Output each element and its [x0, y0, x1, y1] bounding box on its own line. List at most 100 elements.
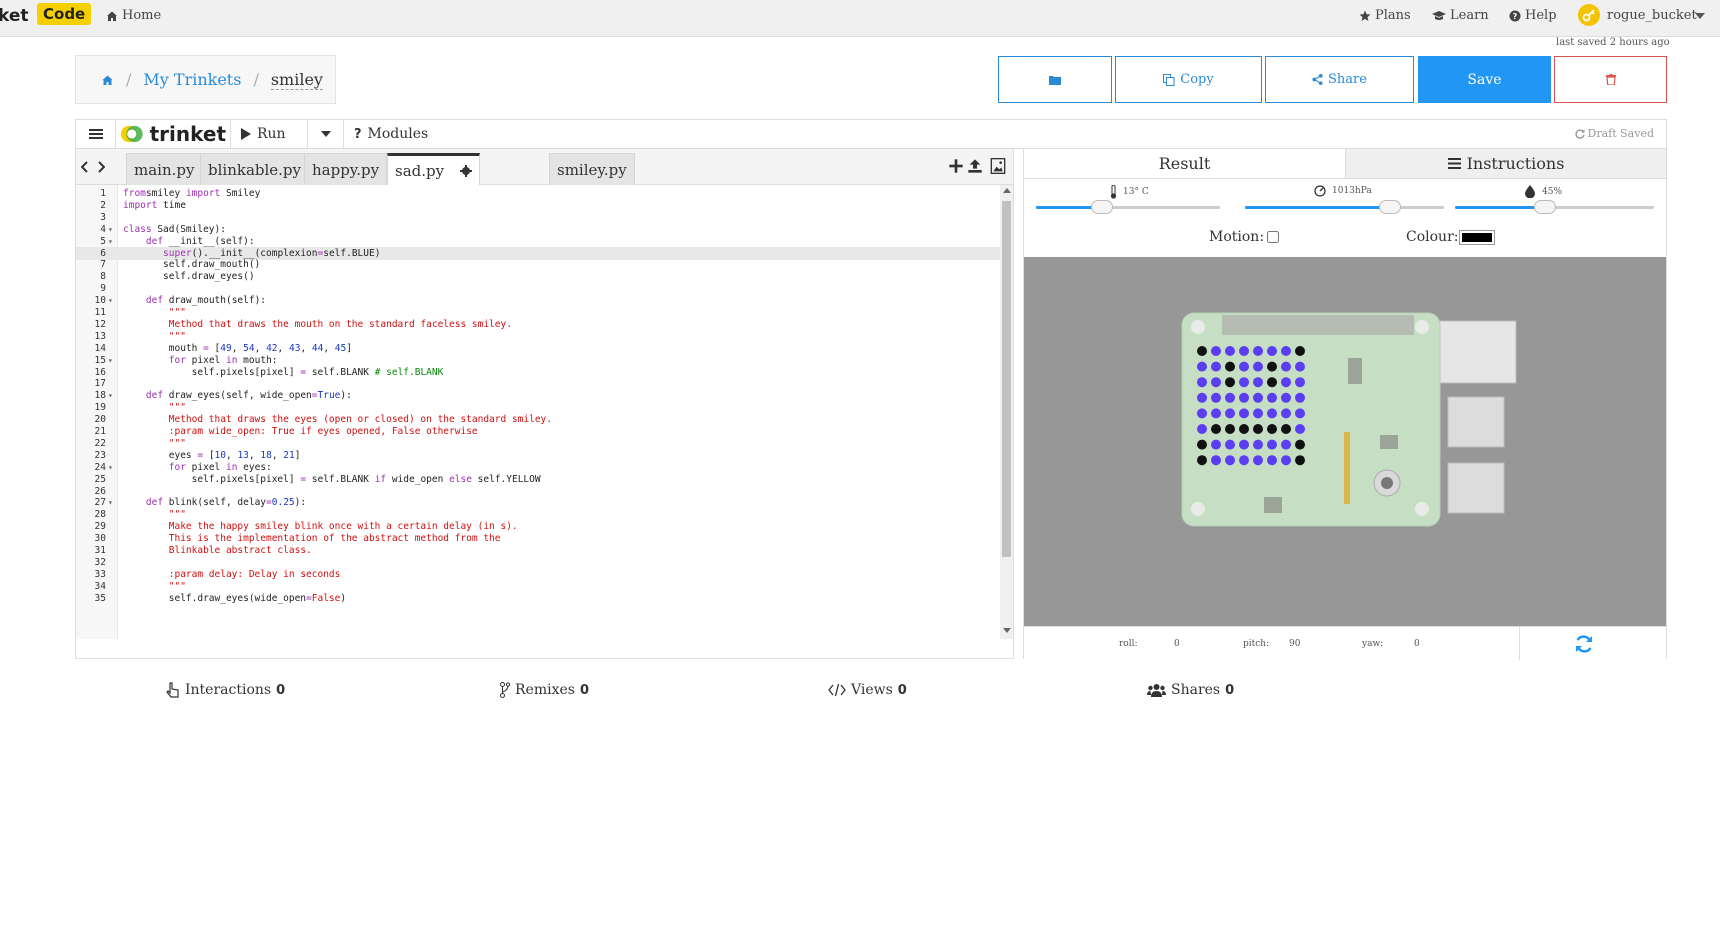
views-stat[interactable]: Views 0 — [828, 682, 907, 698]
led-pixel[interactable] — [1295, 408, 1305, 419]
led-pixel[interactable] — [1281, 439, 1291, 450]
led-pixel[interactable] — [1295, 455, 1305, 466]
add-file-icon[interactable] — [948, 158, 964, 174]
trinket-title[interactable]: smiley — [270, 70, 323, 90]
user-menu[interactable]: rogue_bucket — [1607, 8, 1697, 23]
led-pixel[interactable] — [1197, 392, 1207, 403]
led-pixel[interactable] — [1295, 439, 1305, 450]
nav-help-link[interactable]: ? Help — [1509, 8, 1557, 23]
led-pixel[interactable] — [1225, 455, 1235, 466]
image-file-icon[interactable] — [990, 158, 1006, 174]
led-pixel[interactable] — [1239, 424, 1249, 434]
upload-icon[interactable] — [967, 158, 983, 174]
led-pixel[interactable] — [1211, 377, 1221, 388]
led-pixel[interactable] — [1267, 377, 1277, 388]
led-pixel[interactable] — [1197, 346, 1207, 356]
slider-handle[interactable] — [1533, 200, 1556, 214]
brand-code-badge[interactable]: Code — [37, 3, 92, 25]
remixes-stat[interactable]: Remixes 0 — [500, 682, 589, 698]
led-pixel[interactable] — [1253, 346, 1263, 356]
led-pixel[interactable] — [1211, 392, 1221, 403]
led-pixel[interactable] — [1239, 392, 1249, 403]
tab-result[interactable]: Result — [1024, 149, 1346, 179]
led-pixel[interactable] — [1211, 408, 1221, 419]
shares-stat[interactable]: Shares 0 — [1147, 682, 1234, 698]
scroll-down-arrow[interactable] — [1003, 628, 1011, 633]
home-icon[interactable] — [101, 74, 114, 86]
reset-orientation-icon[interactable] — [1574, 634, 1594, 654]
led-pixel[interactable] — [1211, 346, 1221, 356]
slider-handle[interactable] — [1091, 200, 1114, 214]
led-pixel[interactable] — [1281, 346, 1291, 356]
led-pixel[interactable] — [1267, 346, 1277, 356]
led-pixel[interactable] — [1267, 408, 1277, 419]
slider-handle[interactable] — [1379, 200, 1402, 214]
breadcrumb-my-trinkets[interactable]: My Trinkets — [143, 70, 241, 89]
led-pixel[interactable] — [1239, 361, 1249, 372]
led-pixel[interactable] — [1253, 392, 1263, 403]
nav-home-link[interactable]: Home — [106, 8, 161, 23]
led-pixel[interactable] — [1253, 361, 1263, 372]
brand-logo-text[interactable]: ket — [0, 6, 29, 26]
run-button[interactable]: Run — [231, 120, 308, 148]
led-pixel[interactable] — [1267, 424, 1277, 434]
user-avatar[interactable] — [1578, 4, 1600, 26]
code-area[interactable]: 1 fromsmiley import Smiley 2 import time 3 4 ▾… — [76, 185, 1000, 639]
led-pixel[interactable] — [1225, 392, 1235, 403]
nav-learn-link[interactable]: Learn — [1432, 8, 1489, 23]
tab-happy-py[interactable]: happy.py — [304, 153, 388, 185]
led-pixel[interactable] — [1281, 408, 1291, 419]
led-pixel[interactable] — [1211, 439, 1221, 450]
led-pixel[interactable] — [1239, 346, 1249, 356]
led-pixel[interactable] — [1253, 377, 1263, 388]
led-pixel[interactable] — [1295, 392, 1305, 403]
tab-instructions[interactable]: Instructions — [1346, 149, 1666, 179]
tab-main-py[interactable]: main.py — [126, 153, 203, 185]
led-pixel[interactable] — [1253, 439, 1263, 450]
led-pixel[interactable] — [1225, 408, 1235, 419]
code-line[interactable]: 35 self.draw_eyes(wide_open=False) — [76, 592, 1000, 605]
nav-plans-link[interactable]: Plans — [1359, 8, 1411, 23]
led-pixel[interactable] — [1267, 361, 1277, 372]
led-pixel[interactable] — [1225, 424, 1235, 434]
led-pixel[interactable] — [1253, 455, 1263, 466]
led-pixel[interactable] — [1281, 424, 1291, 434]
motion-checkbox[interactable] — [1267, 231, 1279, 243]
folder-button[interactable] — [998, 56, 1112, 103]
led-pixel[interactable] — [1225, 346, 1235, 356]
save-button[interactable]: Save — [1418, 56, 1551, 103]
led-pixel[interactable] — [1267, 439, 1277, 450]
led-pixel[interactable] — [1295, 361, 1305, 372]
led-pixel[interactable] — [1295, 346, 1305, 356]
led-pixel[interactable] — [1197, 377, 1207, 388]
colour-picker[interactable] — [1459, 230, 1495, 245]
scroll-up-arrow[interactable] — [1003, 188, 1011, 193]
led-pixel[interactable] — [1197, 361, 1207, 372]
led-pixel[interactable] — [1211, 455, 1221, 466]
menu-button[interactable] — [76, 120, 116, 148]
tab-sad-py[interactable]: sad.py — [387, 153, 481, 185]
led-pixel[interactable] — [1211, 361, 1221, 372]
interactions-stat[interactable]: Interactions 0 — [166, 682, 285, 698]
led-pixel[interactable] — [1253, 424, 1263, 434]
modules-button[interactable]: ? Modules — [344, 120, 436, 148]
led-pixel[interactable] — [1281, 361, 1291, 372]
led-pixel[interactable] — [1239, 439, 1249, 450]
led-pixel[interactable] — [1239, 408, 1249, 419]
led-pixel[interactable] — [1225, 377, 1235, 388]
led-pixel[interactable] — [1281, 455, 1291, 466]
led-pixel[interactable] — [1281, 392, 1291, 403]
copy-button[interactable]: Copy — [1115, 56, 1262, 103]
led-pixel[interactable] — [1295, 424, 1305, 434]
led-pixel[interactable] — [1267, 455, 1277, 466]
trinket-logo[interactable]: trinket — [116, 120, 231, 148]
led-pixel[interactable] — [1197, 424, 1207, 434]
tab-blinkable-py[interactable]: blinkable.py — [200, 153, 310, 185]
led-pixel[interactable] — [1239, 377, 1249, 388]
led-pixel[interactable] — [1197, 455, 1207, 466]
gear-icon[interactable] — [460, 164, 473, 177]
delete-button[interactable] — [1554, 56, 1667, 103]
chevron-left-right-icon[interactable] — [81, 161, 105, 173]
led-pixel[interactable] — [1239, 455, 1249, 466]
led-pixel[interactable] — [1211, 424, 1221, 434]
